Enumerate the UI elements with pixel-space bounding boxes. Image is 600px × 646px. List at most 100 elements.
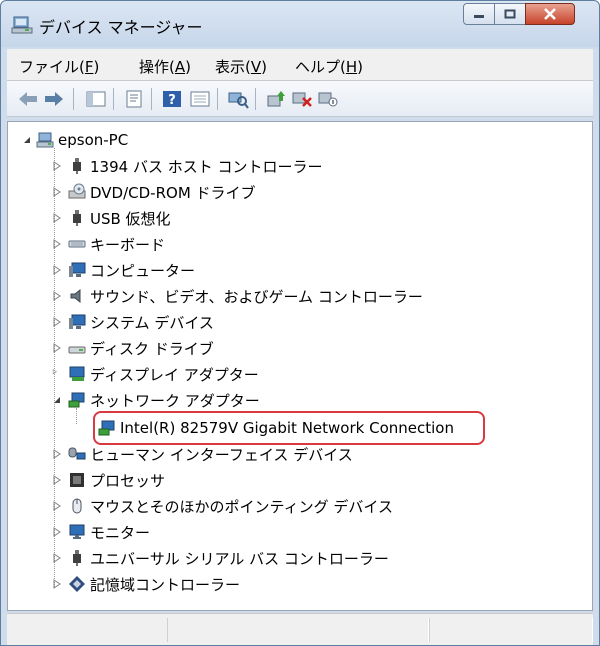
tree-item-label: プロセッサ — [90, 471, 166, 490]
toolbar: ? — [7, 81, 593, 117]
device-manager-window: デバイス マネージャー ファイル(F) 操作(A) 表示(V) ヘルプ(H) ?… — [0, 0, 600, 646]
expand-arrow-icon[interactable] — [52, 527, 62, 537]
toolbar-separator — [73, 88, 74, 110]
tree-item-display-adapters[interactable]: ディスプレイ アダプター — [52, 362, 259, 386]
expand-arrow-icon[interactable] — [52, 343, 62, 353]
tree-item-label: USB 仮想化 — [90, 209, 171, 228]
status-cell — [167, 618, 429, 642]
expand-arrow-icon[interactable] — [52, 239, 62, 249]
usb-icon — [73, 210, 81, 226]
expand-arrow-icon[interactable] — [52, 449, 62, 459]
tree-item-label: キーボード — [90, 235, 166, 254]
optical-drive-icon — [68, 183, 86, 199]
expand-arrow-icon[interactable] — [52, 291, 62, 301]
view-icon[interactable] — [189, 89, 211, 109]
storage-controller-icon — [69, 576, 85, 592]
system-device-icon — [69, 314, 86, 329]
computer-icon — [69, 262, 86, 277]
tree-item-label: ヒューマン インターフェイス デバイス — [90, 445, 353, 464]
tree-item-label: ネットワーク アダプター — [90, 391, 260, 410]
tree-connector — [76, 408, 77, 424]
title-bar[interactable]: デバイス マネージャー — [1, 1, 599, 47]
tree-item-label: DVD/CD-ROM ドライブ — [90, 183, 256, 202]
usb-controller-icon — [73, 550, 81, 566]
tree-item-usb-controllers[interactable]: ユニバーサル シリアル バス コントローラー — [52, 546, 389, 570]
tree-item-dvd[interactable]: DVD/CD-ROM ドライブ — [52, 180, 256, 204]
tree-item-label: モニター — [90, 523, 151, 542]
toolbar-separator — [151, 88, 152, 110]
expand-arrow-icon[interactable] — [52, 187, 62, 197]
close-button[interactable] — [525, 3, 575, 25]
expand-arrow-icon[interactable] — [52, 553, 62, 563]
tree-item-label: 記憶域コントローラー — [90, 575, 241, 594]
tree-item-label: コンピューター — [90, 261, 196, 280]
keyboard-icon — [68, 240, 86, 248]
collapse-arrow-icon[interactable] — [22, 135, 32, 145]
tree-item-label: ディスク ドライブ — [90, 339, 214, 358]
maximize-button[interactable] — [494, 3, 526, 25]
tree-item-storage-controllers[interactable]: 記憶域コントローラー — [52, 572, 240, 596]
minimize-icon — [474, 15, 484, 18]
status-bar — [7, 613, 593, 645]
device-tree[interactable]: epson-PC 1394 バス ホスト コントローラー DVD/CD-ROM … — [7, 121, 593, 611]
highlight-annotation — [93, 411, 485, 445]
monitor-icon — [69, 524, 85, 539]
menu-view[interactable]: 表示(V) — [215, 56, 267, 77]
close-icon — [544, 8, 556, 20]
network-adapter-icon — [68, 392, 85, 408]
mouse-icon — [72, 498, 82, 514]
tree-item-computer[interactable]: コンピューター — [52, 258, 195, 282]
properties-icon[interactable] — [123, 89, 145, 109]
tree-item-disk-drives[interactable]: ディスク ドライブ — [52, 336, 214, 360]
display-adapter-icon — [69, 366, 85, 381]
root-label: epson-PC — [58, 131, 129, 149]
tree-item-system-devices[interactable]: システム デバイス — [52, 310, 214, 334]
tree-item-label: 1394 バス ホスト コントローラー — [90, 157, 323, 176]
expand-arrow-icon[interactable] — [52, 579, 62, 589]
tree-item-1394[interactable]: 1394 バス ホスト コントローラー — [52, 154, 322, 178]
tree-item-network-adapters[interactable]: ネットワーク アダプター — [52, 388, 260, 412]
scan-hardware-icon[interactable] — [227, 89, 249, 109]
computer-root-icon — [36, 132, 54, 148]
tree-item-hid[interactable]: ヒューマン インターフェイス デバイス — [52, 442, 353, 466]
tree-item-usb-virtualization[interactable]: USB 仮想化 — [52, 206, 171, 230]
tree-root[interactable]: epson-PC — [22, 128, 128, 152]
help-icon[interactable]: ? — [161, 89, 183, 109]
disable-icon[interactable] — [317, 89, 339, 109]
expand-arrow-icon[interactable] — [52, 501, 62, 511]
processor-icon — [70, 473, 84, 487]
window-title: デバイス マネージャー — [39, 18, 203, 37]
expand-arrow-icon[interactable] — [52, 475, 62, 485]
collapse-arrow-icon[interactable] — [52, 395, 62, 405]
tree-item-monitors[interactable]: モニター — [52, 520, 150, 544]
expand-arrow-icon[interactable] — [52, 161, 62, 171]
tree-item-label: サウンド、ビデオ、およびゲーム コントローラー — [90, 287, 423, 306]
menu-file[interactable]: ファイル(F) — [19, 56, 99, 77]
forward-arrow-icon[interactable] — [43, 89, 65, 109]
update-driver-icon[interactable] — [265, 89, 287, 109]
menu-help[interactable]: ヘルプ(H) — [295, 56, 363, 77]
menu-action[interactable]: 操作(A) — [139, 56, 191, 77]
hid-icon — [68, 447, 86, 460]
expand-arrow-icon[interactable] — [52, 317, 62, 327]
bus-controller-icon — [73, 158, 81, 174]
back-arrow-icon[interactable] — [17, 89, 39, 109]
toolbar-separator — [113, 88, 114, 110]
expand-arrow-icon[interactable] — [52, 265, 62, 275]
maximize-icon — [504, 9, 516, 19]
uninstall-icon[interactable] — [291, 89, 313, 109]
tree-item-mice[interactable]: マウスとそのほかのポインティング デバイス — [52, 494, 393, 518]
toolbar-separator — [217, 88, 218, 110]
tree-item-keyboard[interactable]: キーボード — [52, 232, 165, 256]
svg-text:?: ? — [168, 93, 176, 108]
tree-item-label: システム デバイス — [90, 313, 214, 332]
tree-item-processors[interactable]: プロセッサ — [52, 468, 165, 492]
disk-drive-icon — [68, 346, 86, 354]
minimize-button[interactable] — [463, 3, 495, 25]
device-manager-icon — [11, 16, 33, 34]
expand-arrow-icon[interactable] — [52, 369, 62, 379]
expand-arrow-icon[interactable] — [52, 213, 62, 223]
menu-bar: ファイル(F) 操作(A) 表示(V) ヘルプ(H) — [7, 49, 593, 81]
console-tree-icon[interactable] — [85, 89, 107, 109]
tree-item-sound[interactable]: サウンド、ビデオ、およびゲーム コントローラー — [52, 284, 423, 308]
